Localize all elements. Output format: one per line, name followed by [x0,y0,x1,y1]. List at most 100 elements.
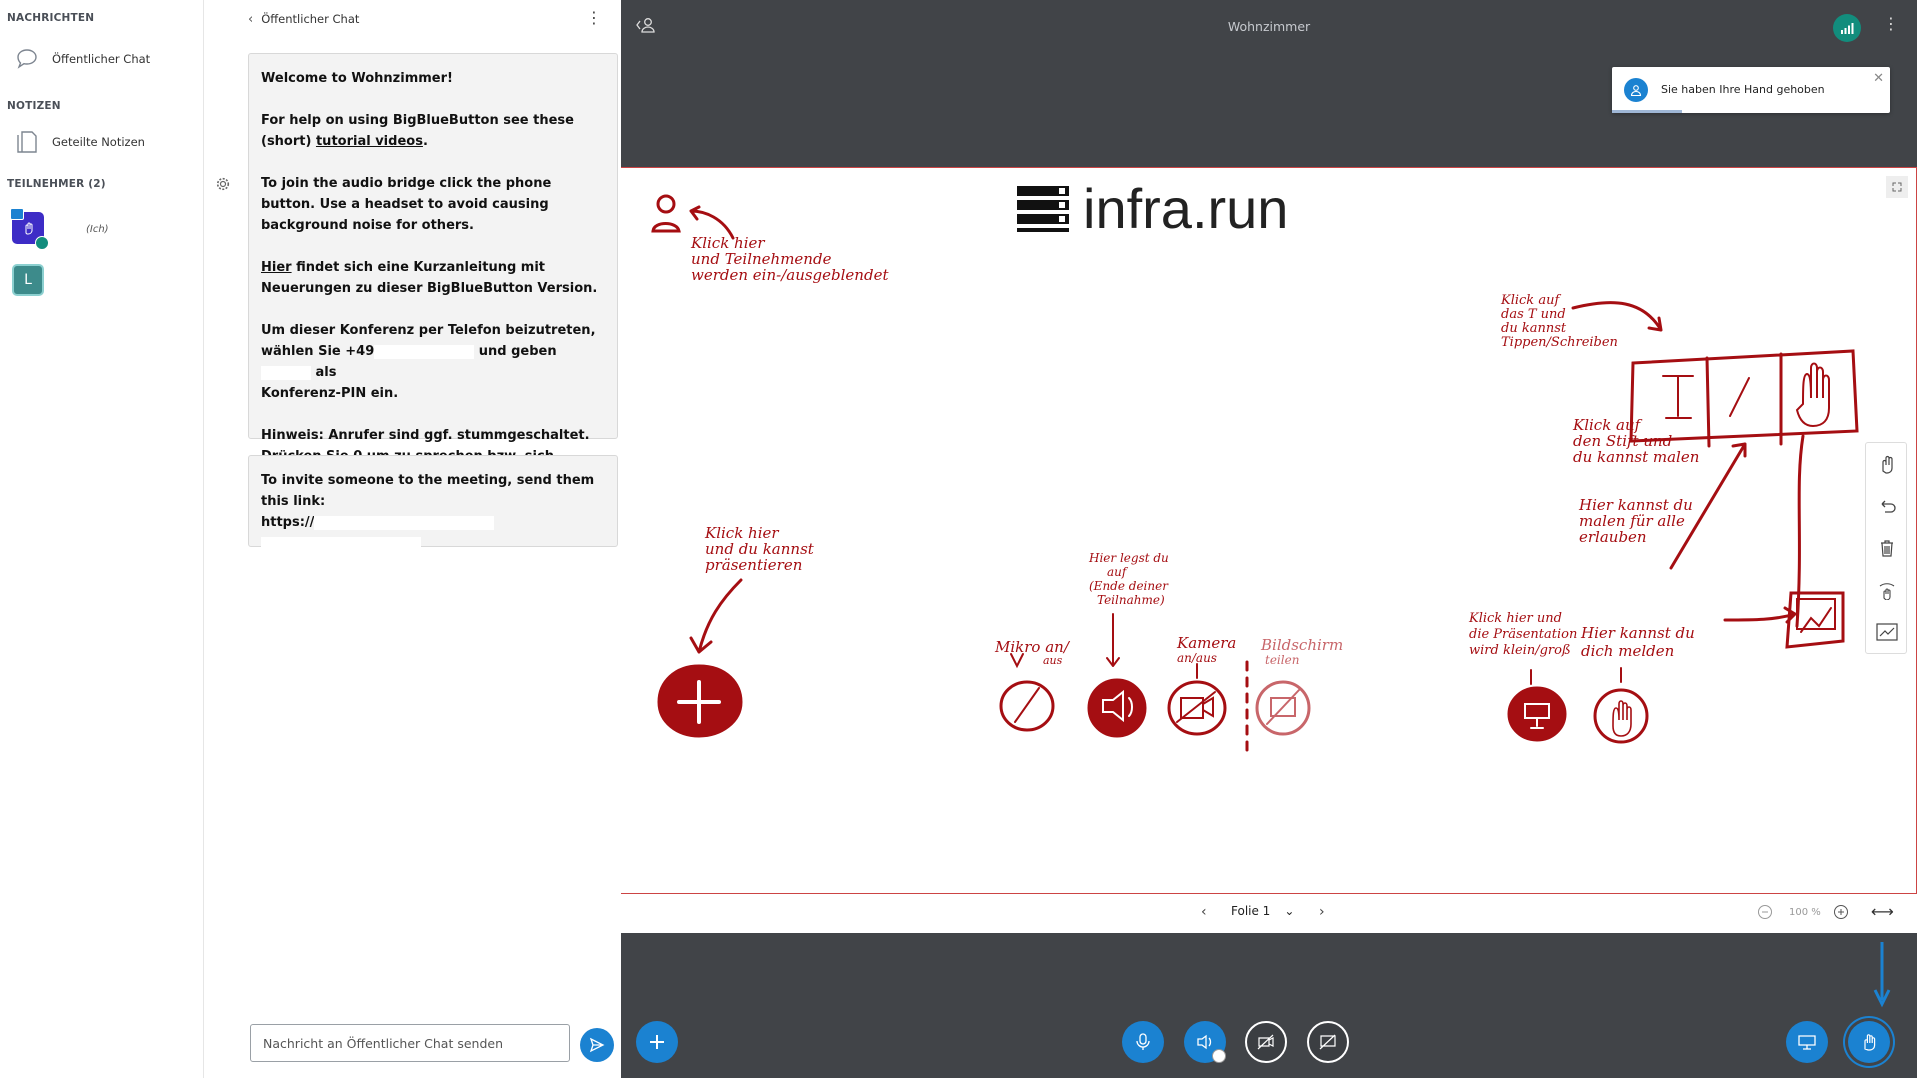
invite-link-prefix: https:// [261,515,315,530]
send-message-button[interactable] [580,1028,614,1062]
microphone-icon [1136,1033,1150,1050]
mute-button[interactable] [1122,1021,1164,1063]
phone-suffix: als [315,365,337,380]
speaker-icon [1197,1034,1212,1050]
invite-text: To invite someone to the meeting, send t… [261,473,595,509]
messages-section-title: NACHRICHTEN [7,12,95,24]
redacted-link-cont [261,536,421,551]
chat-panel: ‹ Öffentlicher Chat ⋮ Welcome to Wohnzim… [238,0,624,1078]
zoom-level: 100 % [1789,907,1821,918]
next-slide-icon[interactable]: › [1319,904,1325,920]
chat-options-icon[interactable]: ⋮ [586,10,602,26]
ann-pres-small-1: die Präsentation [1469,627,1577,642]
options-menu-icon[interactable]: ⋮ [1883,14,1899,33]
ann-t-3: Tippen/Schreiben [1501,335,1618,350]
notes-section-title: NOTIZEN [7,100,61,112]
chevron-left-icon[interactable]: ‹ [248,12,253,27]
undo-icon[interactable] [1866,485,1908,527]
ann-leave-2: (Ende deiner [1089,579,1169,593]
user-list-item-l[interactable]: L [0,264,204,304]
presentation-slide: infra.run Klick hier und Teilnehmende we… [621,167,1917,894]
ann-leave-1: auf [1107,565,1129,579]
ann-hand-0: Hier kannst du [1580,624,1695,642]
slide-select[interactable]: Folie 1 ⌄ [1231,904,1294,918]
ann-multi-2: erlauben [1579,528,1647,546]
ann-t-0: Klick auf [1500,293,1561,308]
toast-progress [1612,110,1682,113]
invite-message: To invite someone to the meeting, send t… [248,455,618,551]
ann-pres-small-2: wird klein/groß [1469,643,1571,658]
presentation-icon [1798,1035,1816,1050]
raise-hand-button[interactable] [1848,1021,1890,1063]
chat-icon [12,44,42,74]
chat-title[interactable]: Öffentlicher Chat [261,12,359,26]
plus-icon [650,1035,664,1049]
chat-message-input[interactable]: Nachricht an Öffentlicher Chat senden [250,1024,570,1062]
minimize-presentation-button[interactable] [1786,1021,1828,1063]
toast-text: Sie haben Ihre Hand gehoben [1661,83,1825,96]
close-icon[interactable]: ✕ [1873,71,1884,86]
camera-off-icon [1257,1034,1274,1050]
guide-link[interactable]: Hier [261,260,292,275]
arrow-down-icon [1873,942,1891,1008]
meeting-title: Wohnzimmer [1227,19,1311,34]
hand-icon [1864,1034,1876,1051]
leave-audio-button[interactable] [1184,1021,1226,1063]
logo-text: infra.run [1083,177,1288,240]
zoom-out-icon[interactable] [1757,904,1773,924]
share-screen-button[interactable] [1307,1021,1349,1063]
presentation-toolbar: ‹ Folie 1 ⌄ › 100 % ⟷ [621,894,1917,933]
raise-hand-notification: Sie haben Ihre Hand gehoben ✕ [1612,67,1890,113]
ann-screen-0: Bildschirm [1260,636,1343,654]
trash-icon[interactable] [1866,527,1908,569]
help-suffix: . [422,134,428,149]
phone-mid: und geben [478,344,557,359]
fullscreen-icon[interactable] [1886,176,1908,198]
ann-leave-3: Teilnahme) [1097,593,1165,607]
user-list-item-me[interactable]: (Ich) [0,208,204,252]
connection-status-icon[interactable] [1833,14,1861,42]
ann-t-2: du kannst [1501,321,1567,336]
shared-notes-label: Geteilte Notizen [52,135,145,149]
nav-bar: Wohnzimmer ⋮ [621,0,1917,54]
audio-settings-chevron-icon[interactable] [1212,1049,1226,1063]
sidebar-item-public-chat[interactable]: Öffentlicher Chat [0,40,204,78]
redacted-link [314,515,495,530]
participants-section-title: TEILNEHMER (2) [7,178,106,190]
ann-screen-1: teilen [1265,653,1299,667]
notes-icon [12,127,42,157]
redacted-phone [374,344,475,359]
hand-tool-icon[interactable] [1866,443,1908,485]
user-list-sidebar: NACHRICHTEN Öffentlicher Chat NOTIZEN Ge… [0,0,230,1078]
user-name-me: (Ich) [86,224,109,235]
chart-icon[interactable] [1866,611,1908,653]
chevron-down-icon: ⌄ [1284,904,1295,918]
actions-plus-button[interactable] [636,1021,678,1063]
participants-settings-gear-icon[interactable] [216,176,230,195]
public-chat-label: Öffentlicher Chat [52,52,151,66]
ann-pres-small-0: Klick hier und [1468,611,1562,626]
hint-label: Hinweis: [261,428,324,443]
user-avatar: L [12,264,44,296]
whiteboard-toolbar [1865,442,1907,654]
audio-text: To join the audio bridge click the phone… [261,176,552,233]
ann-leave-0: Hier legst du [1088,551,1169,565]
zoom-in-icon[interactable] [1833,904,1849,924]
screen-share-off-icon [1319,1034,1336,1050]
presenter-badge-icon [10,208,24,220]
fit-width-icon[interactable]: ⟷ [1871,902,1894,921]
ann-present-2: präsentieren [705,556,802,574]
ann-cam-1: an/aus [1177,651,1217,665]
multi-user-whiteboard-icon[interactable] [1866,569,1908,611]
sidebar-item-shared-notes[interactable]: Geteilte Notizen [0,123,204,161]
join-video-button[interactable] [1245,1021,1287,1063]
main-area: Wohnzimmer ⋮ Sie haben Ihre Hand gehoben… [621,0,1917,1078]
tutorial-link[interactable]: tutorial videos [316,134,423,149]
audio-status-icon [35,236,49,250]
ann-hand-1: dich melden [1581,642,1674,660]
ann-t-1: das T und [1501,307,1566,322]
ann-users-2: werden ein-/ausgeblendet [691,266,889,284]
previous-slide-icon[interactable]: ‹ [1201,904,1207,920]
slide-drawing: infra.run Klick hier und Teilnehmende we… [651,177,1859,752]
welcome-suffix: ! [447,71,453,86]
